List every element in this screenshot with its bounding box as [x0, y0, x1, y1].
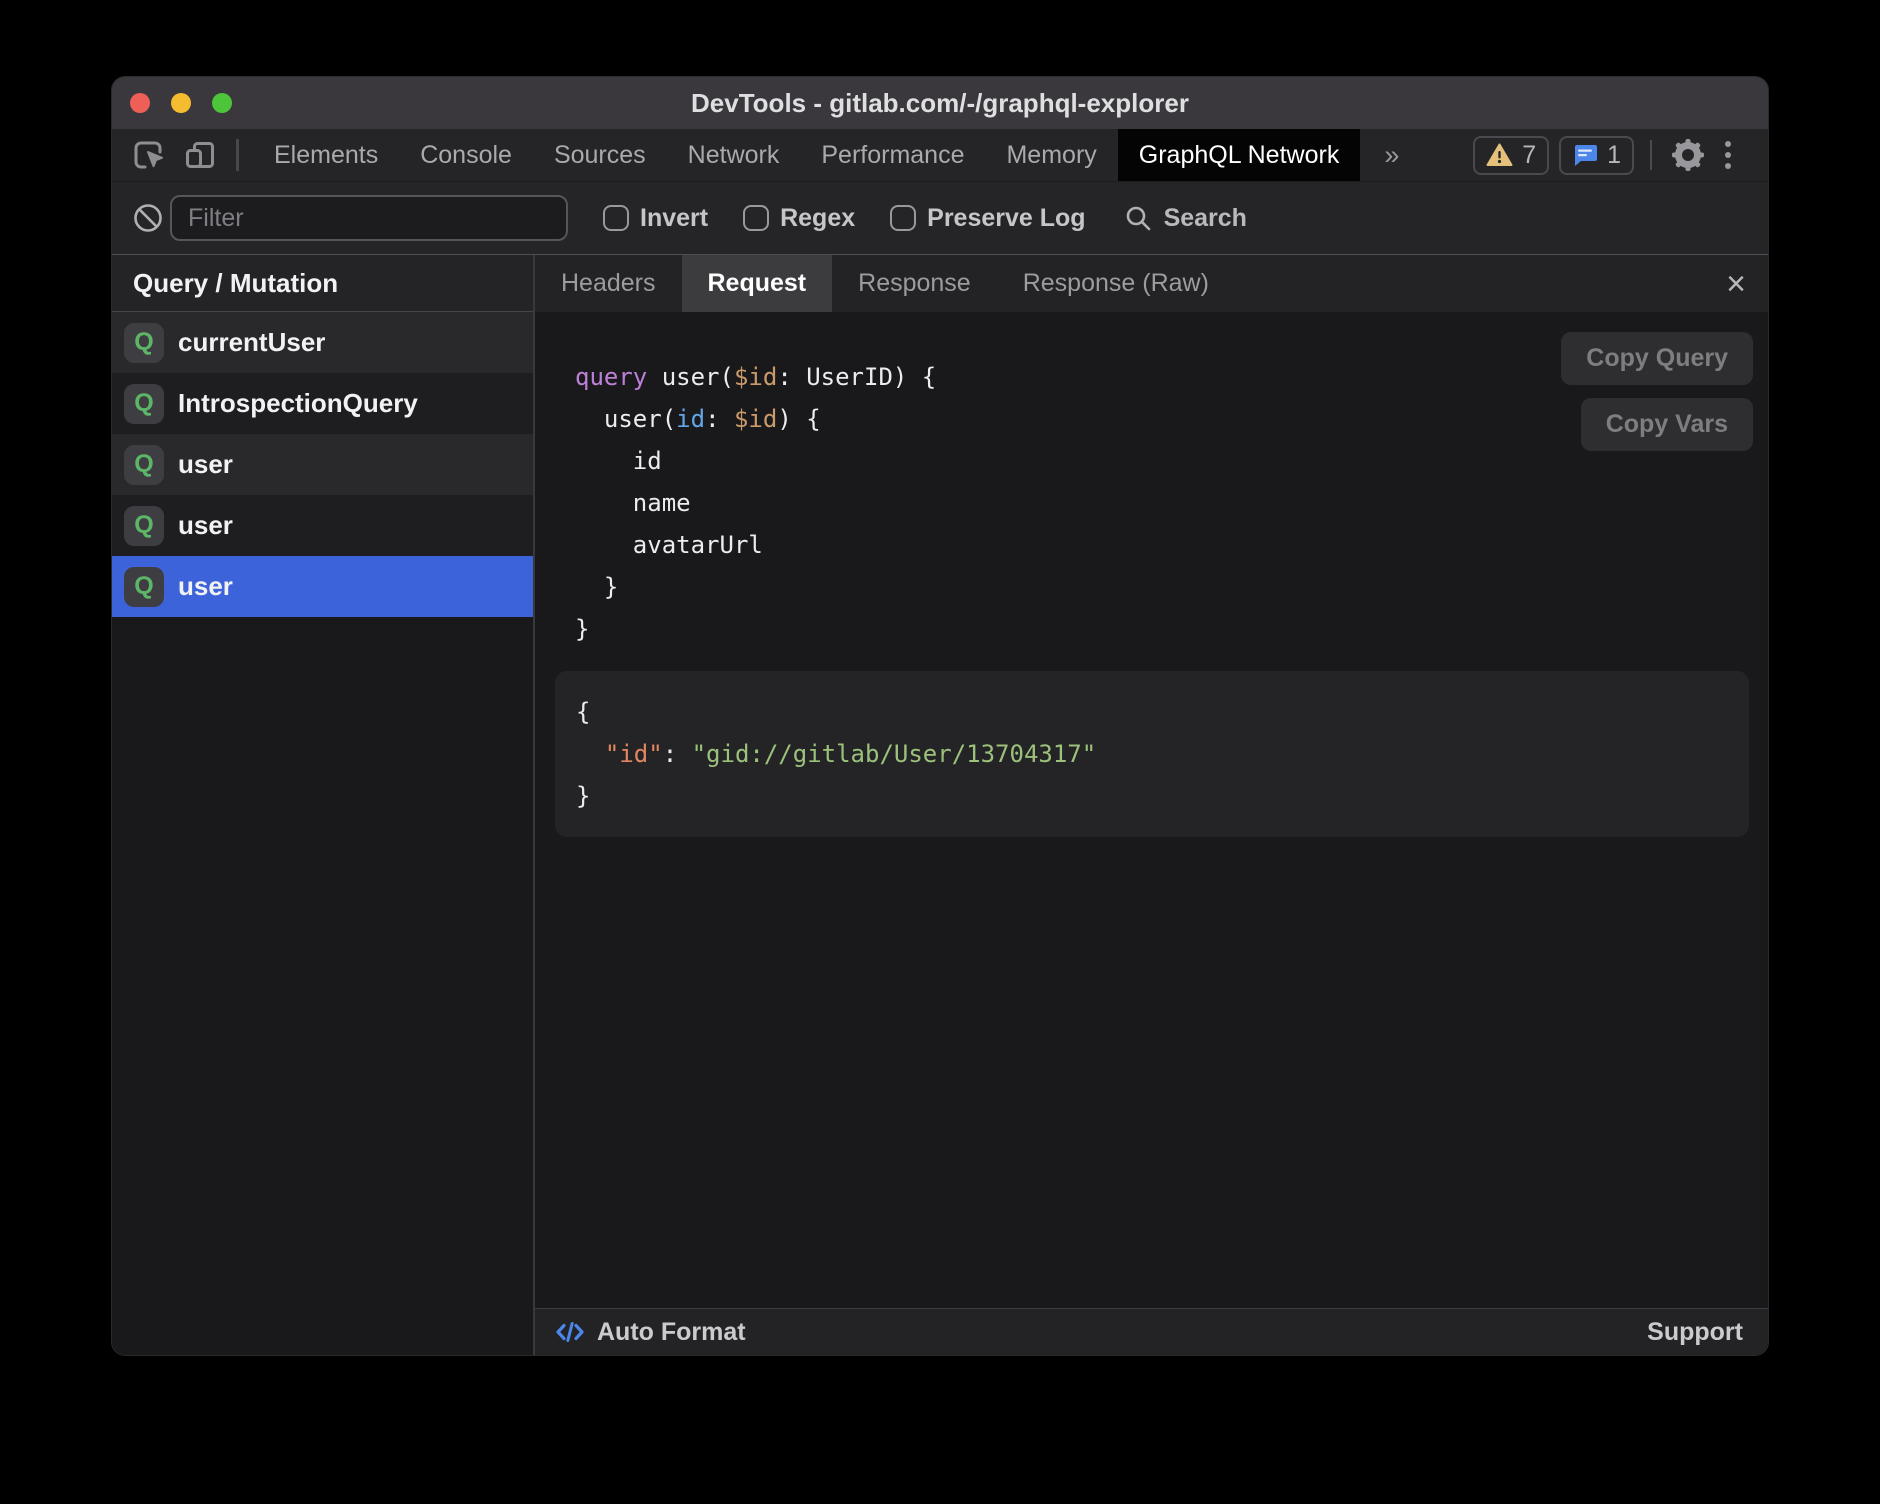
settings-gear-icon[interactable] [1668, 138, 1708, 172]
warnings-badge[interactable]: 7 [1473, 136, 1549, 175]
search-control[interactable]: Search [1124, 204, 1247, 233]
query-type-icon: Q [124, 323, 164, 363]
regex-label: Regex [780, 204, 855, 233]
detail-tab-bar: Headers Request Response Response (Raw) … [535, 255, 1768, 312]
search-icon [1124, 204, 1152, 232]
badge-separator [1650, 140, 1652, 170]
preserve-log-checkbox[interactable] [890, 205, 916, 231]
query-row-currentUser[interactable]: Q currentUser [112, 312, 533, 373]
window-title: DevTools - gitlab.com/-/graphql-explorer [112, 88, 1768, 119]
clear-icon[interactable] [132, 202, 164, 234]
request-detail-panel: Headers Request Response Response (Raw) … [535, 255, 1768, 1355]
tab-request[interactable]: Request [682, 255, 833, 312]
title-bar: DevTools - gitlab.com/-/graphql-explorer [112, 77, 1768, 129]
query-row-user-2[interactable]: Q user [112, 495, 533, 556]
tab-bar-separator [236, 139, 239, 171]
query-type-icon: Q [124, 445, 164, 485]
query-list-panel: Query / Mutation Q currentUser Q Introsp… [112, 255, 535, 1355]
query-row-user-1[interactable]: Q user [112, 434, 533, 495]
invert-label: Invert [640, 204, 708, 233]
variables-code: { "id": "gid://gitlab/User/13704317"} [576, 691, 1725, 817]
query-list-header: Query / Mutation [112, 255, 533, 312]
support-link[interactable]: Support [1647, 1318, 1743, 1347]
copy-query-button[interactable]: Copy Query [1561, 332, 1753, 385]
query-type-icon: Q [124, 567, 164, 607]
search-label: Search [1164, 204, 1247, 233]
devtools-tab-bar: Elements Console Sources Network Perform… [112, 129, 1768, 182]
preserve-log-checkbox-group[interactable]: Preserve Log [890, 204, 1085, 233]
tab-sources[interactable]: Sources [533, 129, 667, 181]
inspect-element-icon[interactable] [128, 129, 168, 181]
device-toolbar-icon[interactable] [180, 129, 220, 181]
network-toolbar: Invert Regex Preserve Log Search [112, 182, 1768, 255]
tab-headers[interactable]: Headers [535, 255, 682, 312]
tab-console[interactable]: Console [399, 129, 533, 181]
tab-response[interactable]: Response [832, 255, 997, 312]
devtools-window: DevTools - gitlab.com/-/graphql-explorer… [112, 77, 1768, 1355]
request-content: query user($id: UserID) { user(id: $id) … [535, 312, 1768, 1308]
regex-checkbox[interactable] [743, 205, 769, 231]
auto-format-button[interactable]: Auto Format [555, 1318, 746, 1347]
close-panel-icon[interactable]: × [1726, 267, 1746, 301]
tab-performance[interactable]: Performance [800, 129, 985, 181]
filter-input[interactable] [170, 195, 568, 241]
preserve-log-label: Preserve Log [927, 204, 1085, 233]
tab-elements[interactable]: Elements [253, 129, 399, 181]
code-icon [555, 1318, 585, 1346]
regex-checkbox-group[interactable]: Regex [743, 204, 855, 233]
warning-count: 7 [1522, 141, 1536, 170]
tab-memory[interactable]: Memory [985, 129, 1117, 181]
query-row-introspectionquery[interactable]: Q IntrospectionQuery [112, 373, 533, 434]
query-type-icon: Q [124, 506, 164, 546]
tab-response-raw[interactable]: Response (Raw) [997, 255, 1235, 312]
more-tabs-icon[interactable]: » [1360, 129, 1423, 181]
variables-box: { "id": "gid://gitlab/User/13704317"} [555, 671, 1749, 837]
issues-badge[interactable]: 1 [1559, 136, 1634, 175]
auto-format-label: Auto Format [597, 1318, 746, 1347]
message-count: 1 [1607, 141, 1621, 170]
invert-checkbox-group[interactable]: Invert [603, 204, 708, 233]
query-type-icon: Q [124, 384, 164, 424]
copy-vars-button[interactable]: Copy Vars [1581, 398, 1753, 451]
detail-footer: Auto Format Support [535, 1308, 1768, 1355]
message-icon [1572, 143, 1598, 167]
query-row-user-3-selected[interactable]: Q user [112, 556, 533, 617]
more-options-icon[interactable] [1708, 141, 1748, 169]
tab-graphql-network[interactable]: GraphQL Network [1118, 129, 1361, 181]
warning-icon [1486, 143, 1513, 167]
invert-checkbox[interactable] [603, 205, 629, 231]
tab-network[interactable]: Network [667, 129, 801, 181]
